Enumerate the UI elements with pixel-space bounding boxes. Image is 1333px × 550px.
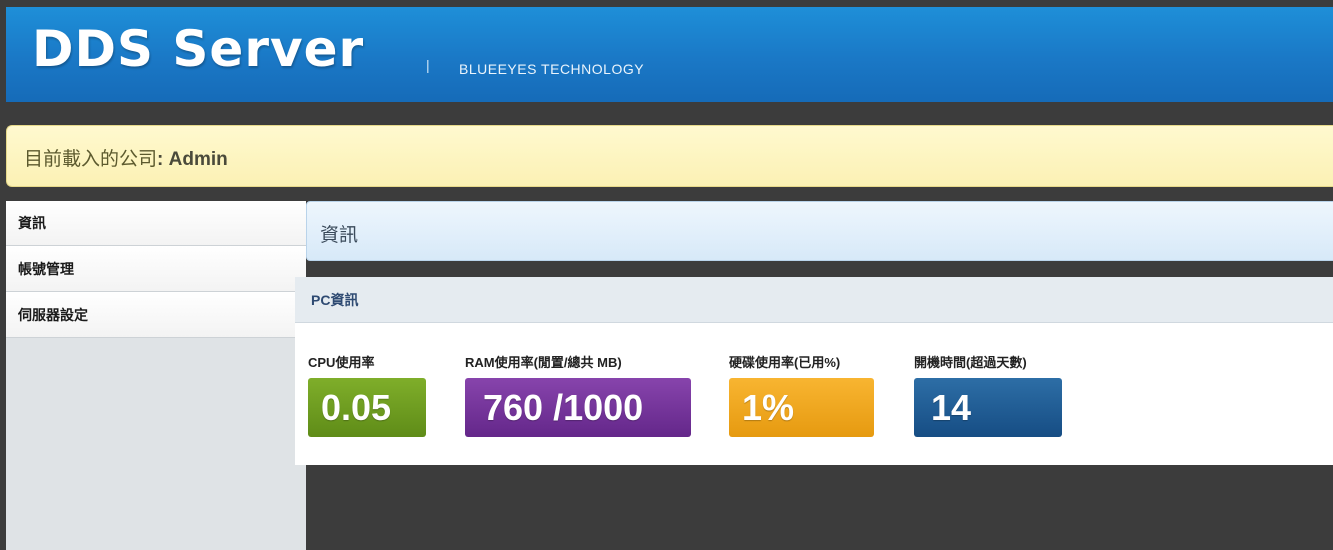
company-tagline: BLUEEYES TECHNOLOGY xyxy=(459,61,645,77)
disk-usage-stat: 硬碟使用率(已用%) 1% xyxy=(729,352,874,437)
page-title: 資訊 xyxy=(320,225,359,246)
page-title-bar: 資訊 xyxy=(306,201,1333,261)
app-window: DDS Server | BLUEEYES TECHNOLOGY 目前載入的公司… xyxy=(0,0,1333,550)
current-company-banner: 目前載入的公司: Admin xyxy=(6,125,1333,187)
app-logo: DDS Server xyxy=(32,20,365,78)
pc-info-panel: PC資訊 CPU使用率 0.05 RAM使用率(閒置/總共 MB) 760 /1… xyxy=(295,277,1333,465)
uptime-value: 14 xyxy=(914,378,1062,437)
current-company-label: 目前載入的公司 xyxy=(24,149,158,170)
header-banner: DDS Server | BLUEEYES TECHNOLOGY xyxy=(6,7,1333,102)
ram-usage-value: 760 /1000 xyxy=(465,378,691,437)
current-company-name: Admin xyxy=(168,149,228,170)
disk-usage-value: 1% xyxy=(729,378,874,437)
logo-separator: | xyxy=(426,57,430,73)
cpu-usage-stat: CPU使用率 0.05 xyxy=(308,352,426,437)
cpu-usage-label: CPU使用率 xyxy=(308,355,375,370)
sidebar: 資訊 帳號管理 伺服器設定 xyxy=(6,201,306,550)
disk-usage-label: 硬碟使用率(已用%) xyxy=(729,355,841,370)
cpu-usage-value: 0.05 xyxy=(308,378,426,437)
ram-usage-stat: RAM使用率(閒置/總共 MB) 760 /1000 xyxy=(465,352,691,437)
current-company-colon: : xyxy=(157,149,164,170)
sidebar-item-info[interactable]: 資訊 xyxy=(6,201,306,246)
uptime-stat: 開機時間(超過天數) 14 xyxy=(914,352,1062,437)
pc-info-panel-title: PC資訊 xyxy=(295,277,1333,323)
ram-usage-label: RAM使用率(閒置/總共 MB) xyxy=(465,355,622,370)
uptime-label: 開機時間(超過天數) xyxy=(914,355,1027,370)
sidebar-item-account-management[interactable]: 帳號管理 xyxy=(6,246,306,292)
current-company-text: 目前載入的公司: Admin xyxy=(24,144,228,171)
sidebar-item-server-settings[interactable]: 伺服器設定 xyxy=(6,292,306,338)
